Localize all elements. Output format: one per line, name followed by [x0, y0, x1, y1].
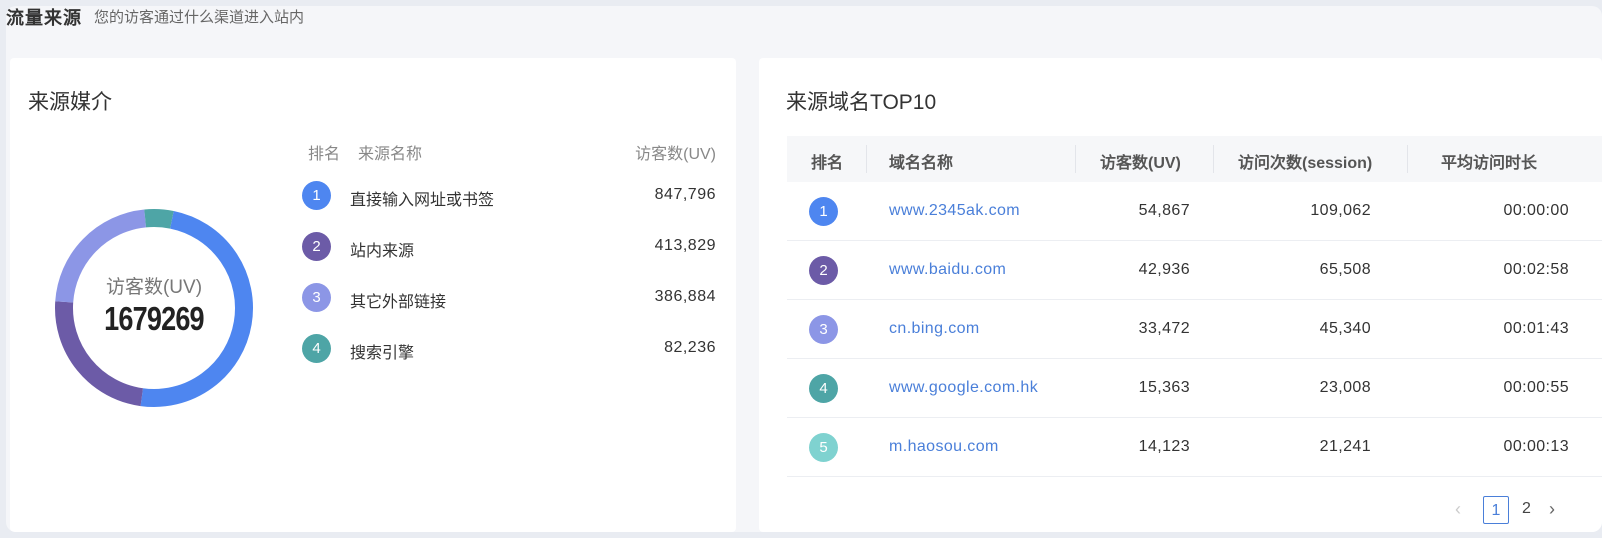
domain-uv: 54,867 [1138, 202, 1190, 219]
rank-badge: 3 [809, 315, 838, 344]
media-source-name: 搜索引擎 [350, 345, 415, 362]
domain-link[interactable]: cn.bing.com [889, 320, 980, 338]
donut-chart: 访客数(UV) 1679269 [50, 204, 258, 412]
section-title: 流量来源 [6, 8, 82, 28]
rank-badge: 1 [809, 197, 838, 226]
th-divider [1213, 145, 1214, 173]
donut-slice[interactable] [144, 209, 174, 229]
domain-uv: 15,363 [1138, 379, 1190, 396]
rank-badge: 4 [302, 334, 331, 363]
media-list-header: 排名 来源名称 访客数(UV) [302, 140, 716, 164]
media-card: 来源媒介 访客数(UV) 1679269 排名 来源名称 访客数(UV) 1 直接… [10, 58, 736, 532]
th-sessions: 访问次数(session) [1238, 155, 1373, 172]
domain-sessions: 21,241 [1319, 438, 1371, 455]
media-row: 3 其它外部链接 386,884 [302, 283, 716, 315]
rank-badge: 2 [302, 232, 331, 261]
rank-badge: 4 [809, 374, 838, 403]
domain-table-header: 排名 域名名称 访客数(UV) 访问次数(session) 平均访问时长 [787, 136, 1602, 182]
traffic-source-panel: 流量来源 您的访客通过什么渠道进入站内 来源媒介 访客数(UV) 1679269… [6, 6, 1602, 532]
media-col-uv: 访客数(UV) [635, 146, 716, 163]
domain-uv: 42,936 [1138, 261, 1190, 278]
media-col-name: 来源名称 [358, 146, 423, 163]
rank-badge: 3 [302, 283, 331, 312]
media-row: 4 搜索引擎 82,236 [302, 334, 716, 366]
table-row: 5 m.haosou.com 14,123 21,241 00:00:13 [787, 418, 1602, 477]
domain-duration: 00:00:13 [1503, 438, 1569, 455]
th-uv: 访客数(UV) [1100, 155, 1181, 172]
th-rank: 排名 [811, 155, 844, 172]
pagination-page-2[interactable]: 2 [1522, 500, 1531, 518]
media-source-uv: 386,884 [654, 288, 716, 305]
domain-duration: 00:00:00 [1503, 202, 1569, 219]
media-source-name: 其它外部链接 [350, 294, 447, 311]
section-header: 流量来源 您的访客通过什么渠道进入站内 [6, 6, 1602, 36]
table-row: 4 www.google.com.hk 15,363 23,008 00:00:55 [787, 359, 1602, 418]
th-divider [1075, 145, 1076, 173]
domain-sessions: 45,340 [1319, 320, 1371, 337]
section-subtitle: 您的访客通过什么渠道进入站内 [94, 8, 305, 26]
media-col-rank: 排名 [308, 146, 341, 163]
media-source-uv: 82,236 [664, 339, 716, 356]
media-source-uv: 847,796 [654, 186, 716, 203]
pagination-page-1[interactable]: 1 [1483, 496, 1509, 524]
domain-duration: 00:01:43 [1503, 320, 1569, 337]
domain-sessions: 109,062 [1310, 202, 1371, 219]
media-card-title: 来源媒介 [28, 91, 112, 114]
media-source-name: 直接输入网址或书签 [350, 192, 495, 209]
table-row: 1 www.2345ak.com 54,867 109,062 00:00:00 [787, 182, 1602, 241]
domain-table: 排名 域名名称 访客数(UV) 访问次数(session) 平均访问时长 1 ww… [787, 136, 1602, 477]
domain-duration: 00:02:58 [1503, 261, 1569, 278]
th-duration: 平均访问时长 [1441, 155, 1538, 172]
domain-link[interactable]: www.baidu.com [889, 261, 1006, 279]
table-row: 2 www.baidu.com 42,936 65,508 00:02:58 [787, 241, 1602, 300]
media-source-uv: 413,829 [654, 237, 716, 254]
rank-badge: 2 [809, 256, 838, 285]
domain-duration: 00:00:55 [1503, 379, 1569, 396]
domain-link[interactable]: m.haosou.com [889, 438, 999, 456]
domain-uv: 33,472 [1138, 320, 1190, 337]
media-source-name: 站内来源 [350, 243, 415, 260]
th-divider [1407, 145, 1408, 173]
media-row: 2 站内来源 413,829 [302, 232, 716, 264]
th-divider [866, 145, 867, 173]
pagination-next-button[interactable]: › [1549, 499, 1555, 520]
domain-uv: 14,123 [1138, 438, 1190, 455]
pagination-prev-button[interactable]: ‹ [1455, 499, 1461, 520]
th-domain: 域名名称 [889, 155, 954, 172]
donut-total: 1679269 [104, 300, 204, 337]
domain-link[interactable]: www.2345ak.com [889, 202, 1020, 220]
donut-label: 访客数(UV) [105, 277, 203, 298]
table-row: 3 cn.bing.com 33,472 45,340 00:01:43 [787, 300, 1602, 359]
domain-card-title: 来源域名TOP10 [786, 91, 937, 114]
rank-badge: 1 [302, 181, 331, 210]
domain-link[interactable]: www.google.com.hk [889, 379, 1038, 397]
rank-badge: 5 [809, 433, 838, 462]
pagination: ‹ 1 2 › [1455, 496, 1602, 526]
domain-card: 来源域名TOP10 排名 域名名称 访客数(UV) 访问次数(session) … [759, 58, 1602, 532]
media-row: 1 直接输入网址或书签 847,796 [302, 181, 716, 213]
domain-sessions: 23,008 [1319, 379, 1371, 396]
domain-sessions: 65,508 [1319, 261, 1371, 278]
